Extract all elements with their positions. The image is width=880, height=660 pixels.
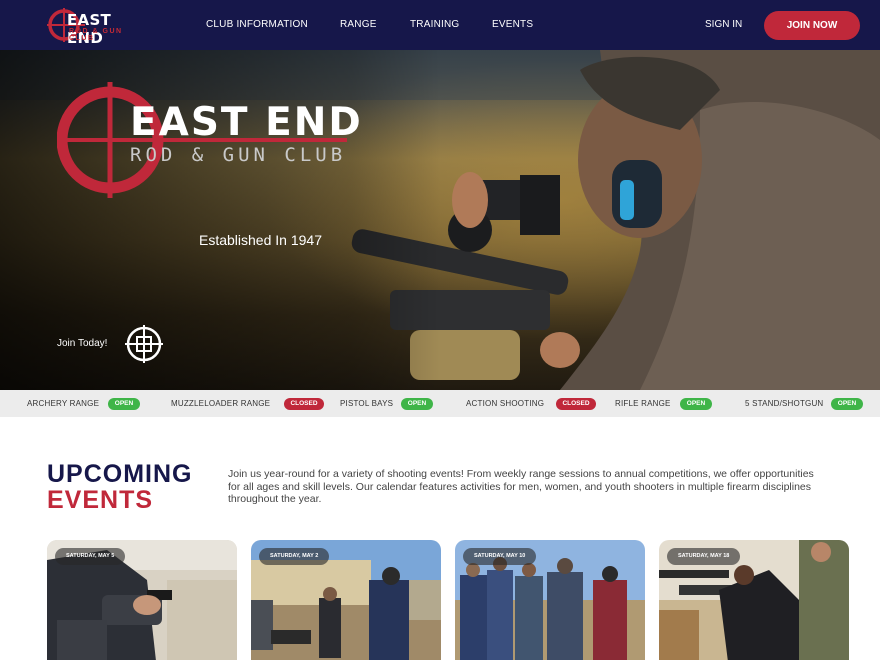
- nav-events[interactable]: EVENTS: [492, 19, 533, 30]
- hero-logo: EAST END ROD & GUN CLUB: [57, 82, 361, 207]
- status-label-5-stand: 5 STAND/SHOTGUN: [745, 399, 824, 408]
- event-card[interactable]: SATURDAY, MAY 18: [659, 540, 849, 660]
- status-label-rifle-range: RIFLE RANGE: [615, 399, 671, 408]
- nav-training[interactable]: TRAINING: [410, 19, 459, 30]
- established-text: Established In 1947: [199, 232, 322, 248]
- event-date-badge: SATURDAY, MAY 2: [259, 548, 330, 565]
- status-badge-rifle-range: OPEN: [680, 398, 712, 410]
- status-badge-muzzleloader: CLOSED: [284, 398, 324, 410]
- event-card[interactable]: SATURDAY, MAY 2: [251, 540, 441, 660]
- nav-range[interactable]: RANGE: [340, 19, 377, 30]
- hero-title: EAST END: [130, 100, 363, 145]
- status-label-archery: ARCHERY RANGE: [27, 399, 100, 408]
- event-card[interactable]: SATURDAY, MAY 5: [47, 540, 237, 660]
- nav-club-information[interactable]: CLUB INFORMATION: [206, 19, 308, 30]
- status-badge-archery: OPEN: [108, 398, 140, 410]
- status-badge-pistol-bays: OPEN: [401, 398, 433, 410]
- join-now-button[interactable]: JOIN NOW: [764, 11, 860, 40]
- events-description: Join us year-round for a variety of shoo…: [228, 468, 814, 505]
- event-card[interactable]: SATURDAY, MAY 10: [455, 540, 645, 660]
- event-date-badge: SATURDAY, MAY 5: [55, 548, 126, 565]
- target-icon[interactable]: [125, 325, 163, 363]
- event-date-badge: SATURDAY, MAY 18: [667, 548, 741, 565]
- range-status-bar: ARCHERY RANGE OPEN MUZZLELOADER RANGE CL…: [0, 390, 880, 417]
- status-label-pistol-bays: PISTOL BAYS: [340, 399, 394, 408]
- status-badge-action-shooting: CLOSED: [556, 398, 596, 410]
- hero-subtitle: ROD & GUN CLUB: [130, 144, 347, 166]
- top-navigation: EAST END ROD & GUN CLUB CLUB INFORMATION…: [0, 0, 880, 50]
- events-heading-upcoming: UPCOMING: [47, 460, 193, 488]
- sign-in-link[interactable]: SIGN IN: [705, 19, 742, 30]
- join-today-link[interactable]: Join Today!: [57, 338, 107, 349]
- club-logo[interactable]: EAST END ROD & GUN CLUB: [47, 6, 142, 47]
- events-heading-events: EVENTS: [47, 486, 154, 514]
- event-date-badge: SATURDAY, MAY 10: [463, 548, 537, 565]
- status-label-action-shooting: ACTION SHOOTING: [466, 399, 545, 408]
- logo-subtitle: ROD & GUN CLUB: [69, 28, 123, 42]
- status-label-muzzleloader: MUZZLELOADER RANGE: [171, 399, 271, 408]
- status-badge-5-stand: OPEN: [831, 398, 863, 410]
